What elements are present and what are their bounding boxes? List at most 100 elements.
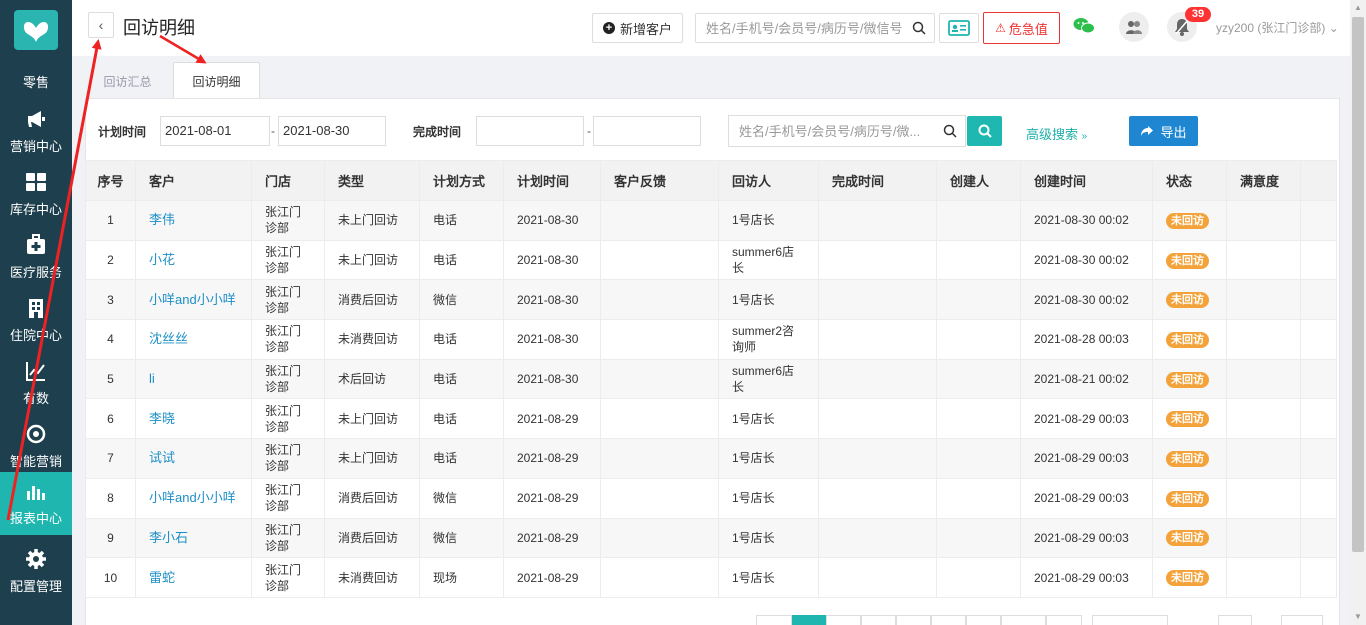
critical-value-button[interactable]: ⚠ 危急值	[983, 12, 1060, 44]
visitor-cell: summer2咨询师	[718, 319, 819, 360]
plan-start-date[interactable]: 2021-08-01	[160, 116, 270, 146]
row-index: 8	[85, 477, 136, 519]
status-cell: 未回访	[1152, 438, 1227, 479]
column-header: 创建人	[936, 160, 1021, 201]
column-header-filler	[1300, 160, 1337, 201]
search-button[interactable]	[967, 116, 1002, 146]
store-cell: 张江门诊部	[251, 200, 325, 241]
export-button[interactable]: 导出	[1129, 116, 1198, 146]
search-icon[interactable]	[912, 21, 926, 35]
status-cell: 未回访	[1152, 279, 1227, 321]
sidebar-item-reports[interactable]: 报表中心	[0, 472, 72, 535]
done-time-label: 完成时间	[413, 125, 462, 139]
advanced-search-toggle[interactable]: 高级搜索 »	[1026, 124, 1087, 143]
header-search-input[interactable]	[696, 14, 906, 42]
sidebar-item-youshu[interactable]: 有数	[0, 352, 72, 415]
pager-prev[interactable]	[756, 615, 792, 625]
scroll-down-arrow-icon[interactable]: ▼	[1350, 609, 1366, 625]
team-icon[interactable]	[1119, 12, 1149, 42]
column-header: 回访人	[718, 160, 819, 201]
status-badge: 未回访	[1166, 212, 1209, 229]
page-jump-button[interactable]	[1281, 615, 1323, 625]
back-button[interactable]: ‹	[88, 12, 114, 38]
row-index: 5	[85, 358, 136, 400]
plan-end-date[interactable]: 2021-08-30	[278, 116, 386, 146]
sidebar-item-smart-marketing[interactable]: 智能营销	[0, 415, 72, 478]
status-badge: 未回访	[1166, 570, 1209, 587]
pager-page[interactable]	[1001, 615, 1046, 625]
tab-visit-detail[interactable]: 回访明细	[173, 62, 260, 100]
feedback-cell	[600, 438, 719, 479]
user-menu[interactable]: yzy200 (张江门诊部) ⌄	[1216, 19, 1339, 36]
visitor-cell: 1号店长	[718, 398, 819, 440]
pager-page[interactable]	[826, 615, 861, 625]
sidebar-item-label: 智能营销	[9, 454, 62, 469]
sidebar-item-inventory[interactable]: 库存中心	[0, 163, 72, 226]
pager-page[interactable]	[861, 615, 896, 625]
creator-cell	[936, 517, 1021, 559]
done-end-date[interactable]	[593, 116, 701, 146]
visit-type-cell: 消费后回访	[324, 517, 420, 559]
customer-link[interactable]: 李小石	[135, 517, 252, 559]
filter-search-input[interactable]	[729, 116, 934, 146]
store-cell: 张江门诊部	[251, 319, 325, 360]
visit-type-cell: 消费后回访	[324, 477, 420, 519]
status-badge: 未回访	[1166, 371, 1209, 388]
customer-link[interactable]: 小咩and小小咩	[135, 477, 252, 519]
page-jump-input[interactable]	[1218, 615, 1252, 625]
customer-link[interactable]: 试试	[135, 438, 252, 479]
plan-time-label: 计划时间	[98, 125, 147, 139]
wechat-icon[interactable]	[1073, 17, 1095, 35]
done-time-cell	[818, 319, 937, 360]
pager-page[interactable]	[792, 615, 826, 625]
customer-link[interactable]: 沈丝丝	[135, 319, 252, 360]
visitor-cell: 1号店长	[718, 279, 819, 321]
column-header: 类型	[324, 160, 420, 201]
feedback-cell	[600, 398, 719, 440]
visit-type-cell: 未上门回访	[324, 438, 420, 479]
row-index: 9	[85, 517, 136, 559]
new-customer-button[interactable]: + 新增客户	[592, 13, 683, 43]
customer-link[interactable]: li	[135, 358, 252, 400]
creator-cell	[936, 438, 1021, 479]
visit-type-cell: 消费后回访	[324, 279, 420, 321]
butterfly-logo[interactable]	[14, 10, 58, 50]
sidebar-item-config[interactable]: 配置管理	[0, 540, 72, 603]
scroll-up-arrow-icon[interactable]: ▲	[1350, 0, 1366, 16]
row-index: 1	[85, 200, 136, 241]
creator-cell	[936, 279, 1021, 321]
plan-time-cell: 2021-08-29	[503, 477, 601, 519]
customer-link[interactable]: 李晓	[135, 398, 252, 440]
customer-link[interactable]: 雷蛇	[135, 557, 252, 598]
customer-link[interactable]: 小咩and小小咩	[135, 279, 252, 321]
sidebar-item-marketing[interactable]: 营销中心	[0, 100, 72, 163]
pager-page[interactable]	[896, 615, 931, 625]
customer-link[interactable]: 李伟	[135, 200, 252, 241]
done-start-date[interactable]	[476, 116, 584, 146]
scrollbar-thumb[interactable]	[1352, 17, 1364, 552]
sidebar-item-label: 住院中心	[9, 328, 62, 343]
column-header: 客户	[135, 160, 252, 201]
id-card-button[interactable]	[939, 13, 979, 43]
visitor-cell: 1号店长	[718, 200, 819, 241]
feedback-cell	[600, 517, 719, 559]
table-row: 10 雷蛇 张江门诊部 未消费回访 现场 2021-08-29 1号店长 2021-08-29…	[85, 557, 1337, 598]
store-cell: 张江门诊部	[251, 477, 325, 519]
row-filler	[1300, 200, 1337, 241]
sidebar-item-label: 库存中心	[9, 202, 62, 217]
done-time-cell	[818, 398, 937, 440]
row-filler	[1300, 438, 1337, 479]
status-badge: 未回访	[1166, 252, 1209, 269]
pager-page[interactable]	[966, 615, 1001, 625]
sidebar-item-medical[interactable]: 医疗服务	[0, 226, 72, 289]
feedback-cell	[600, 319, 719, 360]
satisfaction-cell	[1226, 438, 1301, 479]
sidebar-item-inpatient[interactable]: 住院中心	[0, 289, 72, 352]
customer-link[interactable]: 小花	[135, 239, 252, 281]
plan-time-cell: 2021-08-29	[503, 398, 601, 440]
pager-page[interactable]	[931, 615, 966, 625]
tab-visit-summary[interactable]: 回访汇总	[87, 63, 168, 99]
page-size-select[interactable]	[1092, 615, 1168, 625]
page-title: 回访明细	[123, 18, 195, 38]
pager-next[interactable]	[1046, 615, 1082, 625]
